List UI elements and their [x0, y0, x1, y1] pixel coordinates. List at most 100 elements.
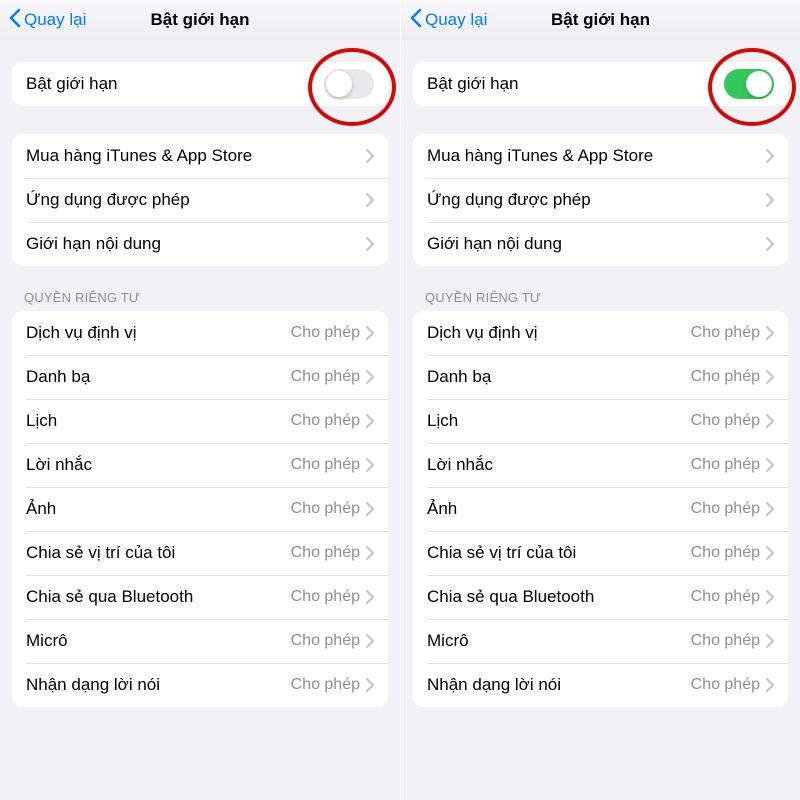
list-item[interactable]: Ứng dụng được phép [12, 178, 388, 222]
item-value: Cho phép [291, 676, 360, 694]
item-label: Lời nhắc [427, 455, 691, 475]
list-item[interactable]: Chia sẻ qua Bluetooth Cho phép [413, 575, 788, 619]
item-label: Ứng dụng được phép [427, 190, 766, 210]
item-label: Lịch [427, 411, 691, 431]
restrictions-toggle-row[interactable]: Bật giới hạn [413, 62, 788, 106]
restrictions-toggle-row[interactable]: Bật giới hạn [12, 62, 388, 106]
item-value: Cho phép [291, 632, 360, 650]
item-label: Nhận dạng lời nói [26, 675, 291, 695]
item-label: Danh bạ [26, 367, 291, 387]
toggle-label: Bật giới hạn [26, 74, 324, 94]
toggle-label: Bật giới hạn [427, 74, 724, 94]
item-value: Cho phép [291, 544, 360, 562]
item-label: Chia sẻ vị trí của tôi [427, 543, 691, 563]
chevron-right-icon [366, 370, 374, 384]
chevron-left-icon [409, 8, 423, 33]
section-header-privacy: QUYỀN RIÊNG TƯ [24, 290, 376, 305]
list-item[interactable]: Lời nhắc Cho phép [413, 443, 788, 487]
item-value: Cho phép [691, 456, 760, 474]
chevron-right-icon [766, 546, 774, 560]
chevron-right-icon [766, 193, 774, 207]
item-value: Cho phép [291, 588, 360, 606]
chevron-right-icon [366, 237, 374, 251]
toggle-group: Bật giới hạn [12, 62, 388, 106]
item-label: Danh bạ [427, 367, 691, 387]
chevron-right-icon [366, 414, 374, 428]
item-value: Cho phép [691, 324, 760, 342]
list-item[interactable]: Lời nhắc Cho phép [12, 443, 388, 487]
item-value: Cho phép [291, 456, 360, 474]
list-item[interactable]: Ứng dụng được phép [413, 178, 788, 222]
back-button[interactable]: Quay lại [409, 8, 487, 33]
chevron-right-icon [766, 502, 774, 516]
item-label: Ảnh [427, 499, 691, 519]
list-item[interactable]: Danh bạ Cho phép [413, 355, 788, 399]
toggle-knob [746, 71, 772, 97]
list-item[interactable]: Micrô Cho phép [12, 619, 388, 663]
list-item[interactable]: Nhận dạng lời nói Cho phép [12, 663, 388, 707]
item-value: Cho phép [291, 500, 360, 518]
item-value: Cho phép [691, 588, 760, 606]
toggle-knob [326, 71, 352, 97]
chevron-right-icon [366, 590, 374, 604]
list-item[interactable]: Chia sẻ qua Bluetooth Cho phép [12, 575, 388, 619]
list-item[interactable]: Dịch vụ định vị Cho phép [12, 311, 388, 355]
store-group: Mua hàng iTunes & App Store Ứng dụng đượ… [413, 134, 788, 266]
nav-header: Quay lại Bật giới hạn [0, 0, 400, 40]
item-label: Lời nhắc [26, 455, 291, 475]
privacy-group: Dịch vụ định vị Cho phép Danh bạ Cho phé… [413, 311, 788, 707]
restrictions-toggle[interactable] [324, 69, 374, 99]
list-item[interactable]: Giới hạn nội dung [413, 222, 788, 266]
back-button[interactable]: Quay lại [8, 8, 86, 33]
privacy-group: Dịch vụ định vị Cho phép Danh bạ Cho phé… [12, 311, 388, 707]
list-item[interactable]: Chia sẻ vị trí của tôi Cho phép [413, 531, 788, 575]
list-item[interactable]: Lịch Cho phép [413, 399, 788, 443]
chevron-right-icon [366, 193, 374, 207]
item-value: Cho phép [691, 632, 760, 650]
item-value: Cho phép [291, 324, 360, 342]
list-item[interactable]: Danh bạ Cho phép [12, 355, 388, 399]
item-label: Micrô [26, 631, 291, 651]
pane-right: Quay lại Bật giới hạn Bật giới hạn Mua h… [400, 0, 800, 800]
list-item[interactable]: Nhận dạng lời nói Cho phép [413, 663, 788, 707]
back-label: Quay lại [425, 10, 487, 30]
item-label: Chia sẻ qua Bluetooth [26, 587, 291, 607]
list-item[interactable]: Ảnh Cho phép [12, 487, 388, 531]
chevron-left-icon [8, 8, 22, 33]
list-item[interactable]: Mua hàng iTunes & App Store [12, 134, 388, 178]
list-item[interactable]: Micrô Cho phép [413, 619, 788, 663]
back-label: Quay lại [24, 10, 86, 30]
chevron-right-icon [366, 502, 374, 516]
item-label: Nhận dạng lời nói [427, 675, 691, 695]
item-value: Cho phép [691, 412, 760, 430]
chevron-right-icon [366, 634, 374, 648]
chevron-right-icon [366, 458, 374, 472]
chevron-right-icon [766, 414, 774, 428]
chevron-right-icon [366, 678, 374, 692]
item-value: Cho phép [691, 368, 760, 386]
list-item[interactable]: Giới hạn nội dung [12, 222, 388, 266]
item-value: Cho phép [691, 544, 760, 562]
chevron-right-icon [766, 634, 774, 648]
item-label: Giới hạn nội dung [26, 234, 366, 254]
item-label: Lịch [26, 411, 291, 431]
chevron-right-icon [366, 326, 374, 340]
chevron-right-icon [366, 149, 374, 163]
restrictions-toggle[interactable] [724, 69, 774, 99]
item-label: Micrô [427, 631, 691, 651]
list-item[interactable]: Ảnh Cho phép [413, 487, 788, 531]
list-item[interactable]: Mua hàng iTunes & App Store [413, 134, 788, 178]
list-item[interactable]: Lịch Cho phép [12, 399, 388, 443]
chevron-right-icon [766, 458, 774, 472]
chevron-right-icon [766, 326, 774, 340]
item-label: Dịch vụ định vị [26, 323, 291, 343]
item-value: Cho phép [291, 368, 360, 386]
toggle-group: Bật giới hạn [413, 62, 788, 106]
item-label: Chia sẻ vị trí của tôi [26, 543, 291, 563]
item-value: Cho phép [691, 676, 760, 694]
pane-left: Quay lại Bật giới hạn Bật giới hạn Mua h… [0, 0, 400, 800]
item-label: Mua hàng iTunes & App Store [26, 146, 366, 166]
list-item[interactable]: Dịch vụ định vị Cho phép [413, 311, 788, 355]
item-value: Cho phép [691, 500, 760, 518]
list-item[interactable]: Chia sẻ vị trí của tôi Cho phép [12, 531, 388, 575]
